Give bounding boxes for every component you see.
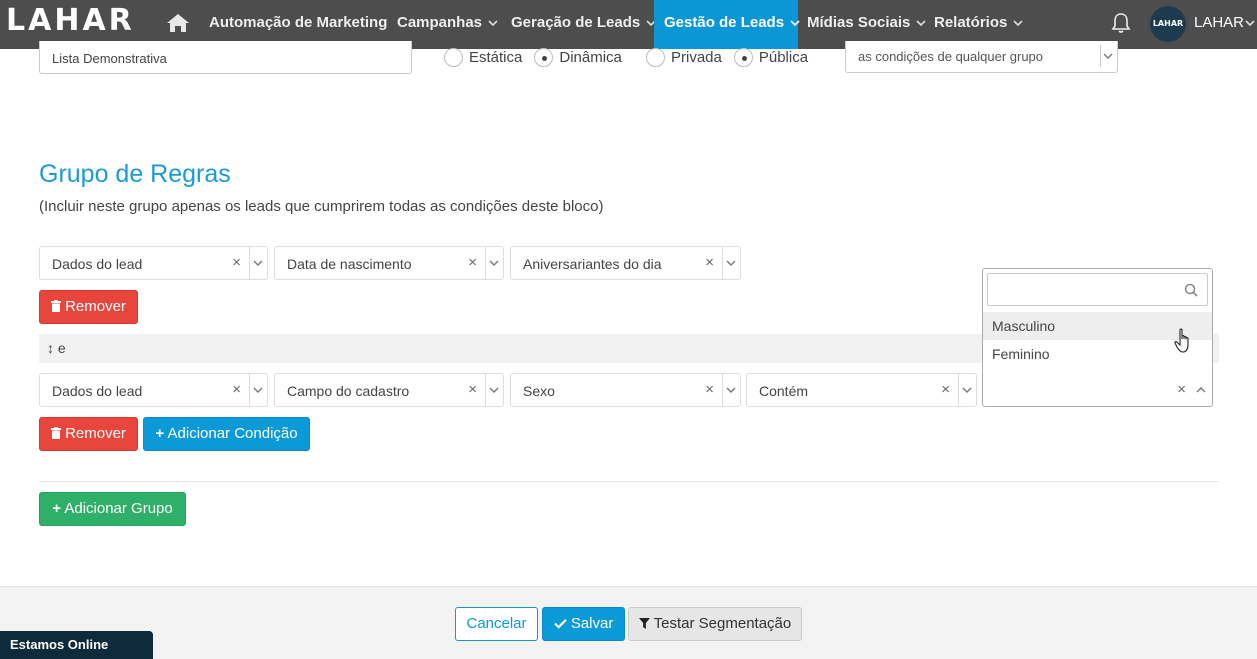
- clear-icon[interactable]: ×: [705, 254, 714, 271]
- user-menu-label[interactable]: LAHAR: [1194, 14, 1244, 31]
- rule2-field2-select[interactable]: Campo do cadastro ×: [274, 373, 504, 407]
- clear-icon[interactable]: ×: [232, 381, 241, 398]
- clear-icon[interactable]: ×: [941, 381, 950, 398]
- chevron-down-icon: [962, 387, 972, 393]
- lahar-logo[interactable]: LAHAR: [6, 3, 135, 38]
- divider: [39, 481, 1219, 482]
- clear-icon[interactable]: ×: [705, 381, 714, 398]
- test-segmentation-button[interactable]: Testar Segmentação: [628, 607, 802, 641]
- rule2-field2-value: Campo do cadastro: [287, 383, 410, 399]
- user-avatar[interactable]: LAHAR: [1150, 6, 1186, 42]
- rule2-field3-select[interactable]: Sexo ×: [510, 373, 741, 407]
- group-condition-select[interactable]: as condições de qualquer grupo: [845, 41, 1118, 73]
- chevron-down-icon[interactable]: [1245, 18, 1255, 28]
- radio-dinamica-label: Dinâmica: [559, 49, 622, 66]
- rule2-field4-value: Contém: [759, 383, 809, 399]
- search-icon: [1184, 283, 1198, 297]
- rule2-field4-select[interactable]: Contém ×: [746, 373, 977, 407]
- radio-publica-label: Pública: [758, 49, 809, 66]
- rule1-field1-select[interactable]: Dados do lead ×: [39, 246, 268, 280]
- rules-group-title: Grupo de Regras: [39, 160, 231, 188]
- list-name-input[interactable]: Lista Demonstrativa: [39, 41, 412, 74]
- plus-icon: +: [155, 425, 165, 442]
- clear-icon[interactable]: ×: [1177, 381, 1186, 398]
- rule2-field1-value: Dados do lead: [52, 383, 143, 399]
- rules-group-subtitle: (Incluir neste grupo apenas os leads que…: [39, 198, 604, 215]
- clear-icon[interactable]: ×: [468, 254, 477, 271]
- rule2-field3-value: Sexo: [523, 383, 555, 399]
- rule1-field2-select[interactable]: Data de nascimento ×: [274, 246, 504, 280]
- clear-icon[interactable]: ×: [468, 381, 477, 398]
- rule1-field3-select[interactable]: Aniversariantes do dia ×: [510, 246, 741, 280]
- type-radio-group: Estática Dinâmica: [444, 48, 622, 67]
- filter-icon: [638, 618, 650, 629]
- chevron-down-icon: [726, 260, 736, 266]
- chevron-down-icon: [253, 260, 263, 266]
- check-icon: [553, 619, 567, 629]
- remove-rule2-button[interactable]: Remover: [39, 417, 138, 451]
- add-condition-button[interactable]: + Adicionar Condição: [143, 417, 310, 451]
- chevron-down-icon: [726, 387, 736, 393]
- chevron-down-icon: [488, 20, 498, 27]
- rule2-field1-select[interactable]: Dados do lead ×: [39, 373, 268, 407]
- trash-icon: [51, 300, 62, 312]
- group-condition-value: as condições de qualquer grupo: [858, 49, 1044, 64]
- rule1-field2-value: Data de nascimento: [287, 256, 412, 272]
- chevron-down-icon: [489, 260, 499, 266]
- chevron-up-icon[interactable]: [1196, 385, 1206, 395]
- radio-estatica-label: Estática: [469, 49, 523, 66]
- chat-online-badge[interactable]: Estamos Online: [0, 631, 153, 659]
- save-button[interactable]: Salvar: [542, 607, 625, 641]
- chevron-down-icon: [489, 387, 499, 393]
- hand-pointer-icon: [1174, 328, 1189, 353]
- remove-rule1-button[interactable]: Remover: [39, 290, 138, 324]
- connector-label: e: [57, 340, 66, 356]
- chevron-down-icon: [1013, 20, 1023, 27]
- radio-publica[interactable]: [733, 48, 753, 67]
- plus-icon: +: [52, 500, 61, 517]
- cancel-button[interactable]: Cancelar: [455, 607, 538, 641]
- sort-arrows-icon[interactable]: ↕: [47, 340, 54, 356]
- chevron-down-icon: [253, 387, 263, 393]
- radio-privada[interactable]: [646, 48, 665, 67]
- bell-icon[interactable]: [1111, 12, 1131, 34]
- radio-privada-label: Privada: [671, 49, 722, 66]
- trash-icon: [51, 427, 62, 439]
- radio-dinamica[interactable]: [534, 48, 554, 67]
- rule1-field1-value: Dados do lead: [52, 256, 143, 272]
- radio-estatica[interactable]: [444, 48, 463, 67]
- dropdown-search-input[interactable]: [987, 273, 1208, 306]
- chevron-down-icon: [1103, 53, 1113, 59]
- rule1-field3-value: Aniversariantes do dia: [523, 256, 662, 272]
- clear-icon[interactable]: ×: [232, 254, 241, 271]
- nav-geracao-leads[interactable]: Geração de Leads: [501, 0, 666, 49]
- dropdown-control[interactable]: ×: [983, 373, 1212, 406]
- home-icon[interactable]: [165, 12, 191, 34]
- add-group-button[interactable]: + Adicionar Grupo: [39, 492, 186, 526]
- nav-gestao-leads[interactable]: Gestão de Leads: [654, 0, 800, 49]
- privacy-radio-group: Privada Pública: [646, 48, 808, 67]
